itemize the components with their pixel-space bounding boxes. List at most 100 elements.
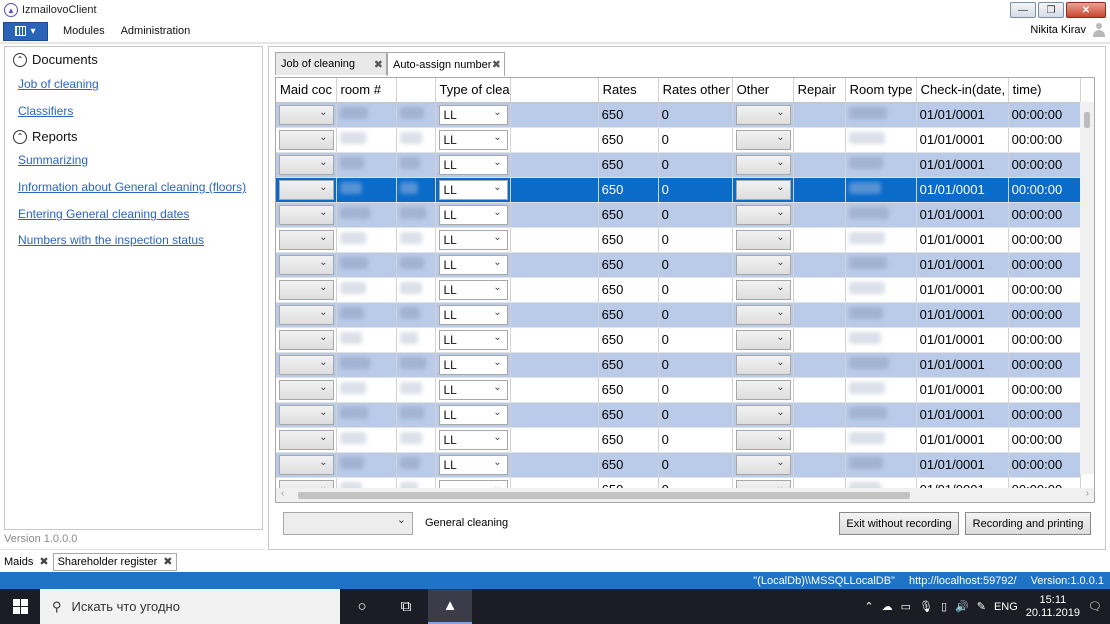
maid-code-cell[interactable]: [276, 252, 337, 278]
other-cell[interactable]: [732, 177, 794, 203]
other-cell[interactable]: [732, 302, 794, 328]
table-row[interactable]: LL 6500 01/01/000100:00:00: [276, 377, 1081, 403]
cloud-icon[interactable]: ☁: [882, 600, 893, 613]
link-summarizing[interactable]: Summarizing: [18, 153, 88, 167]
cleaning-type-select[interactable]: LL: [438, 304, 508, 325]
type-cell[interactable]: LL: [435, 227, 511, 253]
type-cell[interactable]: LL: [435, 277, 511, 303]
cleaning-type-select[interactable]: LL: [438, 279, 508, 300]
type-cell[interactable]: LL: [435, 452, 511, 478]
close-tab-icon[interactable]: ✖: [39, 555, 48, 568]
type-cell[interactable]: LL: [435, 127, 511, 153]
tab-auto-assign-number[interactable]: Auto-assign number ✖: [387, 52, 505, 76]
table-row[interactable]: LL 6500 01/01/000100:00:00: [276, 227, 1081, 253]
col-repair[interactable]: Repair: [793, 78, 846, 103]
language-indicator[interactable]: ENG: [994, 601, 1018, 613]
horizontal-scrollbar[interactable]: ‹ ›: [276, 488, 1094, 502]
maid-code-select[interactable]: [279, 254, 334, 275]
type-cell[interactable]: LL: [435, 102, 511, 128]
other-select[interactable]: [735, 104, 791, 125]
menu-modules[interactable]: Modules: [63, 25, 105, 37]
other-select[interactable]: [735, 229, 791, 250]
type-cell[interactable]: LL: [435, 427, 511, 453]
cleaning-type-select[interactable]: LL: [438, 129, 508, 150]
table-row[interactable]: LL 6500 01/01/000100:00:00: [276, 452, 1081, 478]
maid-code-cell[interactable]: [276, 102, 337, 128]
cleaning-type-select[interactable]: LL: [438, 204, 508, 225]
other-cell[interactable]: [732, 127, 794, 153]
maid-code-cell[interactable]: [276, 177, 337, 203]
tab-job-of-cleaning[interactable]: Job of cleaning ✖: [275, 52, 387, 75]
link-classifiers[interactable]: Classifiers: [18, 104, 73, 118]
maid-code-select[interactable]: [279, 304, 334, 325]
table-row[interactable]: LL 6500 01/01/000100:00:00: [276, 352, 1081, 378]
type-cell[interactable]: LL: [435, 327, 511, 353]
col-blank-2[interactable]: [510, 78, 599, 103]
other-cell[interactable]: [732, 277, 794, 303]
cleaning-type-select[interactable]: LL: [438, 379, 508, 400]
cleaning-type-select[interactable]: LL: [438, 404, 508, 425]
col-room-number[interactable]: room #: [336, 78, 397, 103]
battery-icon[interactable]: ▯: [941, 600, 947, 613]
link-job-of-cleaning[interactable]: Job of cleaning: [18, 77, 99, 91]
table-row[interactable]: LL 6500 01/01/000100:00:00: [276, 302, 1081, 328]
recording-and-printing-button[interactable]: Recording and printing: [965, 512, 1091, 535]
maid-code-cell[interactable]: [276, 327, 337, 353]
other-select[interactable]: [735, 304, 791, 325]
other-select[interactable]: [735, 179, 791, 200]
table-row[interactable]: LL 6500 01/01/000100:00:00: [276, 327, 1081, 353]
maid-code-select[interactable]: [279, 229, 334, 250]
app-menu-button[interactable]: ▾: [3, 21, 48, 41]
col-blank-1[interactable]: [396, 78, 436, 103]
general-cleaning-select[interactable]: [283, 512, 413, 535]
maid-code-select[interactable]: [279, 179, 334, 200]
rooms-grid[interactable]: Maid coc room # Type of clea Rates Rates…: [275, 77, 1095, 503]
maid-code-select[interactable]: [279, 204, 334, 225]
cleaning-type-select[interactable]: LL: [438, 254, 508, 275]
other-cell[interactable]: [732, 252, 794, 278]
maid-code-cell[interactable]: [276, 377, 337, 403]
cleaning-type-select[interactable]: LL: [438, 329, 508, 350]
cortana-icon[interactable]: ○: [340, 589, 384, 624]
scroll-thumb[interactable]: [1084, 112, 1090, 128]
cleaning-type-select[interactable]: LL: [438, 179, 508, 200]
link-general-cleaning-floors[interactable]: Information about General cleaning (floo…: [18, 180, 246, 194]
start-button[interactable]: [0, 589, 40, 624]
type-cell[interactable]: LL: [435, 152, 511, 178]
other-cell[interactable]: [732, 327, 794, 353]
type-cell[interactable]: LL: [435, 177, 511, 203]
type-cell[interactable]: LL: [435, 302, 511, 328]
other-cell[interactable]: [732, 352, 794, 378]
other-select[interactable]: [735, 379, 791, 400]
col-room-type[interactable]: Room type: [845, 78, 917, 103]
cleaning-type-select[interactable]: LL: [438, 454, 508, 475]
col-type-of-cleaning[interactable]: Type of clea: [435, 78, 511, 103]
type-cell[interactable]: LL: [435, 202, 511, 228]
microphone-icon[interactable]: 🎙: [919, 600, 933, 613]
col-checkin-time[interactable]: time): [1008, 78, 1081, 103]
other-select[interactable]: [735, 254, 791, 275]
scroll-thumb[interactable]: [298, 492, 910, 499]
exit-without-recording-button[interactable]: Exit without recording: [839, 512, 959, 535]
doc-tab-shareholder-register[interactable]: Shareholder register ✖: [52, 552, 178, 571]
maid-code-cell[interactable]: [276, 402, 337, 428]
maid-code-select[interactable]: [279, 429, 334, 450]
link-inspection-status[interactable]: Numbers with the inspection status: [18, 233, 204, 247]
close-button[interactable]: ✕: [1066, 2, 1106, 18]
maid-code-cell[interactable]: [276, 452, 337, 478]
col-checkin-date[interactable]: Check-in(date,: [916, 78, 1009, 103]
table-row[interactable]: LL 6500 01/01/000100:00:00: [276, 177, 1081, 203]
maid-code-select[interactable]: [279, 129, 334, 150]
type-cell[interactable]: LL: [435, 352, 511, 378]
table-row[interactable]: LL 6500 01/01/000100:00:00: [276, 202, 1081, 228]
cleaning-type-select[interactable]: LL: [438, 104, 508, 125]
other-cell[interactable]: [732, 227, 794, 253]
other-cell[interactable]: [732, 152, 794, 178]
volume-icon[interactable]: 🔊: [955, 600, 969, 613]
clock[interactable]: 15:11 20.11.2019: [1026, 594, 1080, 620]
other-cell[interactable]: [732, 202, 794, 228]
table-row[interactable]: LL 6500 01/01/000100:00:00: [276, 102, 1081, 128]
maid-code-cell[interactable]: [276, 427, 337, 453]
other-select[interactable]: [735, 154, 791, 175]
other-cell[interactable]: [732, 102, 794, 128]
